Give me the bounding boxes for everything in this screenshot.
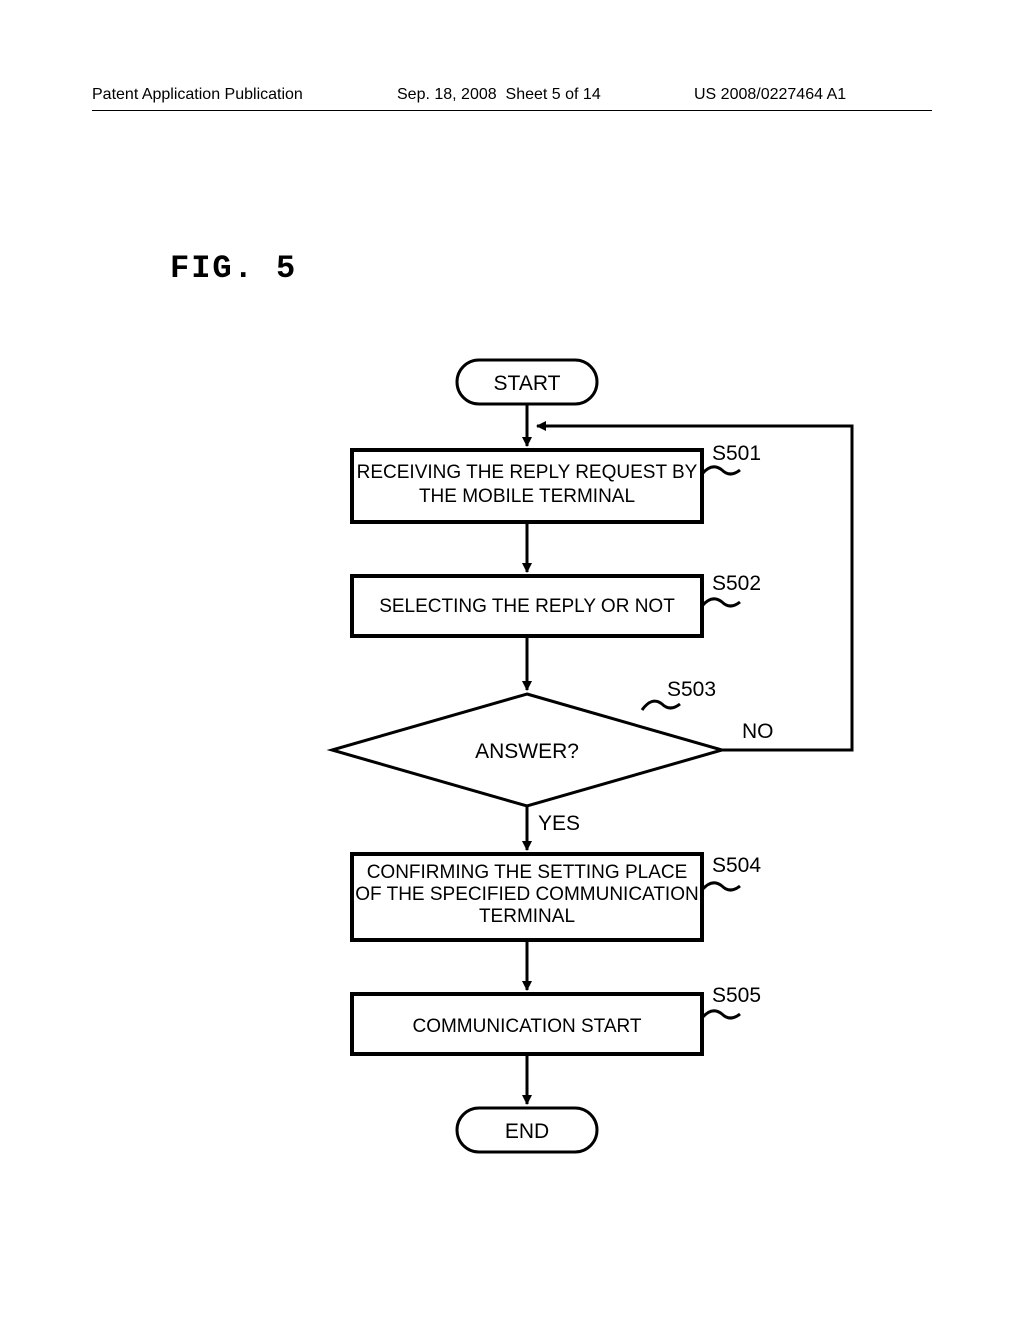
no-label: NO xyxy=(742,720,774,743)
header-rule xyxy=(92,110,932,111)
header-right: US 2008/0227464 A1 xyxy=(694,86,846,104)
start-node: START xyxy=(457,360,597,404)
end-node: END xyxy=(457,1108,597,1152)
flowchart: START RECEIVING THE REPLY REQUEST BY THE… xyxy=(242,350,892,1210)
step-s505: COMMUNICATION START S505 xyxy=(352,984,761,1054)
s502-label: S502 xyxy=(712,572,761,595)
figure-label: FIG. 5 xyxy=(170,250,297,287)
s502-line1: SELECTING THE REPLY OR NOT xyxy=(379,596,675,617)
s501-line1: RECEIVING THE REPLY REQUEST BY xyxy=(357,462,698,483)
s504-label: S504 xyxy=(712,854,761,877)
flowchart-svg: START RECEIVING THE REPLY REQUEST BY THE… xyxy=(242,350,892,1220)
header-date: Sep. 18, 2008 xyxy=(397,86,497,103)
step-s503-decision: ANSWER? S503 xyxy=(332,678,722,806)
step-s504: CONFIRMING THE SETTING PLACE OF THE SPEC… xyxy=(352,854,761,940)
header-middle: Sep. 18, 2008 Sheet 5 of 14 xyxy=(397,86,601,104)
start-text: START xyxy=(494,372,561,395)
yes-label: YES xyxy=(538,812,580,835)
edge-s503-yes: YES xyxy=(527,806,580,850)
s505-line1: COMMUNICATION START xyxy=(412,1016,641,1037)
step-s502: SELECTING THE REPLY OR NOT S502 xyxy=(352,572,761,636)
s501-label: S501 xyxy=(712,442,761,465)
s503-label: S503 xyxy=(667,678,716,701)
s503-text: ANSWER? xyxy=(475,740,579,763)
s504-line2: OF THE SPECIFIED COMMUNICATION xyxy=(355,884,698,905)
s505-label: S505 xyxy=(712,984,761,1007)
s504-line3: TERMINAL xyxy=(479,906,575,927)
step-s501: RECEIVING THE REPLY REQUEST BY THE MOBIL… xyxy=(352,442,761,522)
page-content: Patent Application Publication Sep. 18, … xyxy=(92,60,932,1260)
s504-line1: CONFIRMING THE SETTING PLACE xyxy=(367,862,688,883)
header-sheet: Sheet 5 of 14 xyxy=(506,86,601,103)
end-text: END xyxy=(505,1120,549,1143)
s501-line2: THE MOBILE TERMINAL xyxy=(419,486,635,507)
header-left: Patent Application Publication xyxy=(92,86,303,104)
